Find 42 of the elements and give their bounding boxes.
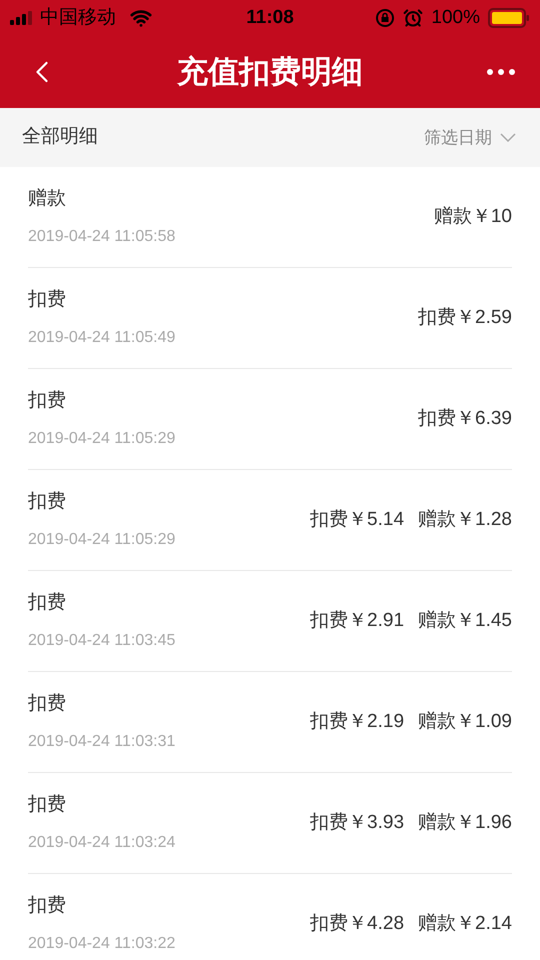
record-amount: 扣费￥2.59 [418,306,512,330]
record-time: 2019-04-24 11:03:24 [28,833,176,854]
record-time: 2019-04-24 11:05:49 [28,328,176,348]
record-time: 2019-04-24 11:03:45 [28,631,176,652]
record-amount: 赠款￥1.45 [418,608,512,633]
rotation-lock-icon [375,8,396,28]
record-amount: 赠款￥1.09 [418,710,512,734]
record-type: 扣费 [28,490,67,514]
record-type: 扣费 [28,590,67,615]
record-type: 扣费 [28,692,67,716]
signal-icon [10,11,34,25]
filter-label: 全部明细 [22,125,98,150]
record-type: 扣费 [28,288,67,312]
wifi-icon [130,7,152,29]
date-filter-button[interactable]: 筛选日期 [424,124,516,150]
record-amount: 扣费￥3.93 [310,810,404,835]
record-amount: 赠款￥1.28 [418,508,512,532]
record-amount: 赠款￥2.14 [418,912,512,936]
record-time: 2019-04-24 11:03:31 [28,732,176,752]
record-time: 2019-04-24 11:03:22 [28,934,176,954]
more-icon [486,68,516,76]
record-type: 扣费 [28,894,67,918]
record-type: 赠款 [28,186,67,211]
alarm-icon [403,8,424,28]
record-amount: 扣费￥2.91 [310,608,404,633]
record-time: 2019-04-24 11:05:58 [28,227,176,248]
record-amount: 扣费￥4.28 [310,912,404,936]
chevron-down-icon [500,133,516,142]
record-type: 扣费 [28,388,67,413]
carrier-name: 中国移动 [40,6,116,30]
status-time: 11:08 [246,6,294,30]
battery-icon [488,8,530,28]
record-time: 2019-04-24 11:05:29 [28,429,176,450]
battery-percentage: 100% [431,6,480,30]
record-amount: 扣费￥2.19 [310,710,404,734]
record-amount: 赠款￥10 [434,204,512,229]
record-time: 2019-04-24 11:05:29 [28,530,176,550]
record-amount: 扣费￥5.14 [310,508,404,532]
page-title: 充值扣费明细 [176,52,364,91]
record-amount: 赠款￥1.96 [418,810,512,835]
record-type: 扣费 [28,792,67,817]
record-amount: 扣费￥6.39 [418,406,512,431]
